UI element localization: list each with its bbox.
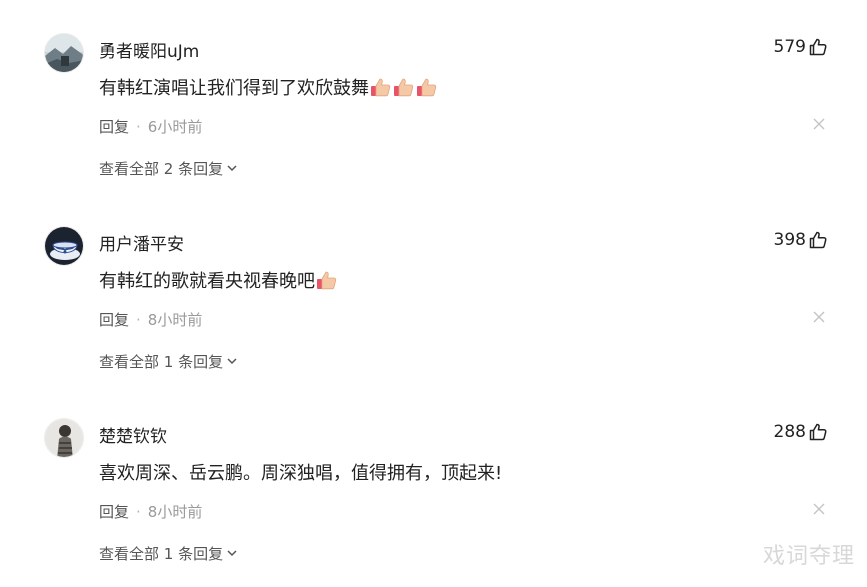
- reply-button[interactable]: 回复: [99, 116, 129, 137]
- user-avatar[interactable]: [44, 33, 84, 73]
- thumbs-up-icon: [808, 422, 828, 442]
- comment-list: 勇者暖阳uJm 579 有韩红演唱让我们得到了欢欣鼓舞 回复 · 6小时前 查看…: [0, 0, 867, 587]
- view-all-replies-button[interactable]: 查看全部 1 条回复: [99, 351, 238, 372]
- thumbs-up-icon: [808, 230, 828, 250]
- comment-item: 用户潘平安 398 有韩红的歌就看央视春晚吧 回复 · 8小时前 查看全部 1 …: [0, 193, 867, 373]
- chevron-down-icon: [226, 353, 238, 371]
- like-button[interactable]: 288: [774, 422, 828, 442]
- chevron-down-icon: [226, 160, 238, 178]
- watermark: 戏词夺理: [762, 544, 855, 569]
- like-button[interactable]: 398: [774, 230, 828, 250]
- username[interactable]: 用户潘平安: [99, 230, 184, 255]
- meta-separator: ·: [136, 117, 141, 136]
- close-icon[interactable]: [813, 311, 825, 323]
- comment-text: 有韩红的歌就看央视春晚吧: [99, 271, 315, 292]
- user-avatar[interactable]: [44, 226, 84, 266]
- view-all-replies-label: 查看全部 1 条回复: [99, 353, 224, 371]
- meta-separator: ·: [136, 310, 141, 329]
- thumbs-up-icon: [808, 37, 828, 57]
- comment-content: 有韩红演唱让我们得到了欢欣鼓舞: [99, 74, 438, 100]
- like-count: 579: [773, 37, 806, 57]
- comment-time: 6小时前: [147, 118, 203, 136]
- reply-button[interactable]: 回复: [99, 501, 129, 522]
- comment-content: 有韩红的歌就看央视春晚吧: [99, 267, 338, 293]
- comment-time: 8小时前: [147, 311, 203, 329]
- comment-meta: 回复 · 8小时前: [99, 309, 202, 330]
- comment-item: 勇者暖阳uJm 579 有韩红演唱让我们得到了欢欣鼓舞 回复 · 6小时前 查看…: [0, 0, 867, 180]
- like-count: 288: [773, 422, 806, 442]
- thumbs-up-emoji-icon: [316, 269, 338, 291]
- thumbs-up-emoji-icon: [370, 76, 392, 98]
- comment-text: 喜欢周深、岳云鹏。周深独唱，值得拥有，顶起来!: [99, 463, 503, 484]
- view-all-replies-button[interactable]: 查看全部 2 条回复: [99, 158, 238, 179]
- comment-meta: 回复 · 8小时前: [99, 501, 202, 522]
- username[interactable]: 勇者暖阳uJm: [99, 37, 199, 62]
- comment-item: 楚楚钦钦 288 喜欢周深、岳云鹏。周深独唱，值得拥有，顶起来! 回复 · 8小…: [0, 385, 867, 565]
- view-all-replies-label: 查看全部 2 条回复: [99, 160, 224, 178]
- comment-text: 有韩红演唱让我们得到了欢欣鼓舞: [99, 78, 369, 99]
- thumbs-up-emoji-icon: [416, 76, 438, 98]
- close-icon[interactable]: [813, 118, 825, 130]
- view-all-replies-button[interactable]: 查看全部 1 条回复: [99, 543, 238, 564]
- close-icon[interactable]: [813, 503, 825, 515]
- thumbs-up-emoji-icon: [393, 76, 415, 98]
- reply-button[interactable]: 回复: [99, 309, 129, 330]
- chevron-down-icon: [226, 545, 238, 563]
- like-button[interactable]: 579: [774, 37, 828, 57]
- view-all-replies-label: 查看全部 1 条回复: [99, 545, 224, 563]
- comment-meta: 回复 · 6小时前: [99, 116, 202, 137]
- meta-separator: ·: [136, 502, 141, 521]
- like-count: 398: [773, 230, 806, 250]
- comment-time: 8小时前: [147, 503, 203, 521]
- user-avatar[interactable]: [44, 418, 84, 458]
- comment-content: 喜欢周深、岳云鹏。周深独唱，值得拥有，顶起来!: [99, 459, 502, 485]
- username[interactable]: 楚楚钦钦: [99, 422, 167, 447]
